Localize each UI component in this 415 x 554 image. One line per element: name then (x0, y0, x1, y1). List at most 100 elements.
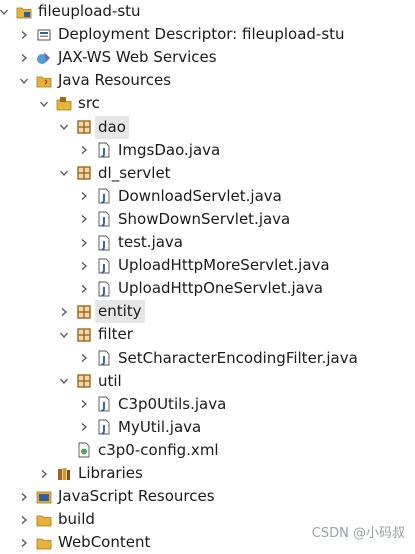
source-folder-icon (56, 96, 72, 112)
tree-item-label: ImgsDao.java (118, 140, 221, 159)
tree-item-label: SetCharacterEncodingFilter.java (118, 348, 358, 367)
chevron-right-icon[interactable] (78, 144, 90, 156)
chevron-down-icon[interactable] (0, 6, 10, 18)
tree-row[interactable]: dao (58, 115, 129, 139)
tree-row[interactable]: Java Resources (18, 69, 171, 92)
chevron-right-icon[interactable] (78, 352, 90, 364)
tree-row[interactable]: fileupload-stu (0, 0, 141, 23)
java-file-icon: J (96, 281, 112, 297)
tree-item-label: JAX-WS Web Services (58, 48, 217, 67)
package-icon (76, 165, 92, 181)
tree-row[interactable]: J UploadHttpOneServlet.java (78, 277, 323, 300)
tree-row[interactable]: JavaScript Resources (18, 485, 215, 508)
tree-row[interactable]: J MyUtil.java (78, 416, 201, 439)
tree-item-label: src (78, 94, 100, 113)
package-icon (76, 119, 92, 135)
javascript-resources-icon (36, 489, 52, 505)
chevron-down-icon[interactable] (58, 167, 70, 179)
package-icon (76, 373, 92, 389)
tree-item-label: Java Resources (58, 71, 172, 90)
tree-row[interactable]: J C3p0Utils.java (78, 393, 226, 416)
tree-item-label: filter (98, 325, 133, 344)
chevron-down-icon[interactable] (18, 75, 30, 87)
toggle-spacer (58, 444, 70, 456)
package-icon (76, 327, 92, 343)
java-file-icon: J (96, 235, 112, 251)
tree-item-label: build (58, 510, 95, 529)
tree-row[interactable]: J UploadHttpMoreServlet.java (78, 254, 330, 277)
java-file-icon: J (96, 258, 112, 274)
java-file-icon: J (96, 142, 112, 158)
chevron-right-icon[interactable] (58, 306, 70, 318)
chevron-down-icon[interactable] (38, 98, 50, 110)
chevron-right-icon[interactable] (18, 52, 30, 64)
svg-text:J: J (101, 286, 106, 297)
tree-item-label: C3p0Utils.java (118, 394, 227, 413)
tree-item-label: ShowDownServlet.java (118, 209, 291, 228)
chevron-down-icon[interactable] (58, 375, 70, 387)
tree-row[interactable]: WebContent (18, 531, 150, 554)
svg-text:J: J (101, 401, 106, 412)
tree-item-label: WebContent (58, 533, 151, 552)
chevron-right-icon[interactable] (78, 260, 90, 272)
svg-text:J: J (101, 240, 106, 251)
svg-text:J: J (101, 424, 106, 435)
chevron-right-icon[interactable] (18, 514, 30, 526)
chevron-right-icon[interactable] (78, 213, 90, 225)
tree-row[interactable]: Jtest.java (78, 231, 183, 254)
chevron-right-icon[interactable] (18, 29, 30, 41)
chevron-right-icon[interactable] (78, 421, 90, 433)
java-file-icon: J (96, 396, 112, 412)
tree-item-label: MyUtil.java (118, 417, 202, 436)
svg-text:J: J (101, 355, 106, 366)
deployment-descriptor-icon (36, 27, 52, 43)
tree-item-label: UploadHttpMoreServlet.java (118, 256, 330, 275)
java-file-icon: J (96, 211, 112, 227)
tree-row[interactable]: filter (58, 323, 133, 346)
tree-row[interactable]: Deployment Descriptor: fileupload-stu (18, 23, 345, 46)
tree-row[interactable]: J ImgsDao.java (78, 139, 220, 162)
tree-row[interactable]: entity (58, 300, 145, 324)
tree-row[interactable]: dl_servlet (58, 162, 171, 185)
tree-row[interactable]: J DownloadServlet.java (78, 185, 282, 208)
chevron-right-icon[interactable] (18, 537, 30, 549)
tree-item-label: util (98, 371, 122, 390)
java-file-icon: J (96, 188, 112, 204)
chevron-right-icon[interactable] (78, 190, 90, 202)
tree-item-label: fileupload-stu (38, 2, 141, 20)
folder-icon (36, 535, 52, 551)
web-services-icon (36, 50, 52, 66)
tree-row[interactable]: src (38, 92, 100, 115)
java-file-icon: J (96, 350, 112, 366)
tree-item-label: test.java (118, 233, 184, 251)
tree-row[interactable]: c3p0-config.xml (58, 439, 219, 462)
svg-text:J: J (101, 147, 106, 158)
tree-row[interactable]: JAX-WS Web Services (18, 46, 217, 69)
chevron-right-icon[interactable] (78, 398, 90, 410)
tree-item-label: Libraries (78, 464, 143, 482)
chevron-right-icon[interactable] (78, 283, 90, 295)
tree-item-label: Deployment Descriptor: fileupload-stu (58, 25, 345, 44)
chevron-down-icon[interactable] (58, 121, 70, 133)
tree-item-label: JavaScript Resources (58, 487, 215, 506)
chevron-right-icon[interactable] (18, 491, 30, 503)
tree-item-label: entity (95, 300, 145, 324)
tree-row[interactable]: J ShowDownServlet.java (78, 208, 290, 231)
xml-file-icon (76, 442, 92, 458)
chevron-down-icon[interactable] (58, 329, 70, 341)
tree-row[interactable]: Libraries (38, 462, 143, 485)
chevron-right-icon[interactable] (38, 468, 50, 480)
chevron-right-icon[interactable] (78, 237, 90, 249)
java-file-icon: J (96, 419, 112, 435)
java-resources-icon (36, 73, 52, 89)
tree-row[interactable]: util (58, 370, 122, 393)
package-icon (76, 304, 92, 320)
tree-item-label: dao (95, 115, 129, 139)
svg-text:J: J (101, 193, 106, 204)
folder-icon (36, 512, 52, 528)
tree-row[interactable]: build (18, 508, 95, 531)
tree-item-label: DownloadServlet.java (118, 186, 282, 205)
tree-row[interactable]: J SetCharacterEncodingFilter.java (78, 347, 358, 370)
project-icon (16, 4, 32, 20)
tree-item-label: UploadHttpOneServlet.java (118, 279, 323, 298)
